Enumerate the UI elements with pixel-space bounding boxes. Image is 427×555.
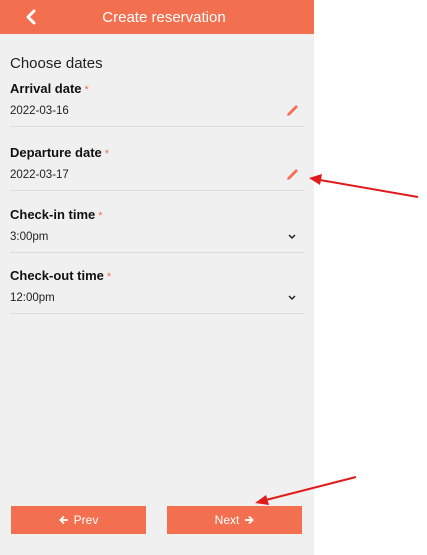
annotation-arrows (255, 174, 419, 505)
annotation-arrow (255, 476, 357, 505)
annotation-arrow (309, 174, 419, 198)
